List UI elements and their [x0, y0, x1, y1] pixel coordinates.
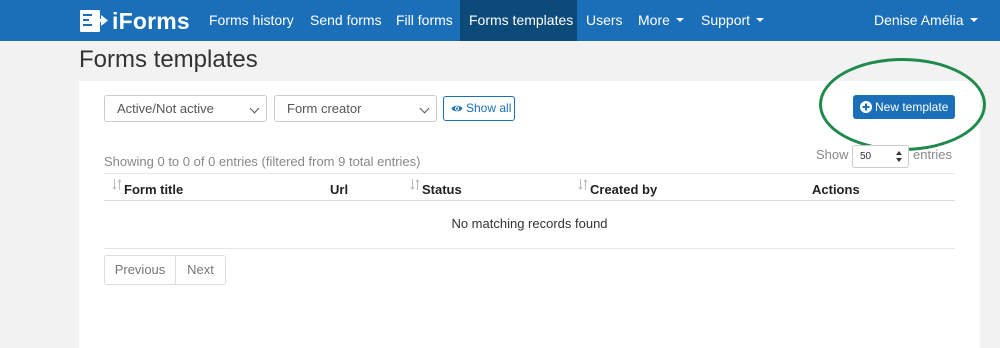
column-header-url: Url: [330, 182, 349, 197]
previous-page-button[interactable]: Previous: [105, 256, 176, 284]
forms-logo-icon: [80, 10, 108, 32]
nav-support-label: Support: [701, 12, 751, 28]
sort-icon[interactable]: [578, 178, 588, 191]
empty-table-message: No matching records found: [451, 216, 608, 231]
user-menu-dropdown[interactable]: Denise Amélia: [874, 0, 978, 41]
nav-forms-history[interactable]: Forms history: [209, 0, 294, 41]
column-header-actions: Actions: [812, 182, 860, 197]
table-info: Showing 0 to 0 of 0 entries (filtered fr…: [104, 154, 421, 169]
brand-logo[interactable]: iForms: [79, 8, 190, 34]
creator-filter-value: Form creator: [287, 101, 362, 116]
brand-name: iForms: [112, 8, 190, 34]
caret-down-icon: [675, 18, 684, 23]
user-name: Denise Amélia: [874, 12, 964, 28]
table-bottom-border: [104, 248, 955, 249]
length-entries-label: entries: [913, 147, 953, 162]
plus-circle-icon: [860, 101, 872, 113]
status-filter-select[interactable]: Active/Not active: [104, 95, 267, 122]
status-filter-value: Active/Not active: [117, 101, 214, 116]
caret-down-icon: [969, 18, 978, 23]
table-header-border: [104, 200, 955, 201]
caret-down-icon: [756, 18, 765, 23]
column-header-form-title[interactable]: Form title: [124, 182, 183, 197]
nav-more-label: More: [638, 12, 670, 28]
updown-arrows-icon: [896, 151, 902, 162]
nav-support-dropdown[interactable]: Support: [701, 0, 765, 41]
page-length-select[interactable]: 50: [852, 145, 909, 168]
show-all-label: Show all: [466, 101, 512, 115]
top-navbar: iForms Forms history Send forms Fill for…: [0, 0, 1000, 41]
show-all-button[interactable]: Show all: [443, 96, 515, 121]
pagination: Previous Next: [104, 255, 226, 285]
eye-icon: [451, 105, 463, 112]
column-header-created-by[interactable]: Created by: [590, 182, 657, 197]
new-template-label: New template: [875, 100, 949, 114]
nav-forms-templates[interactable]: Forms templates: [460, 0, 577, 41]
nav-fill-forms[interactable]: Fill forms: [396, 0, 453, 41]
nav-users[interactable]: Users: [586, 0, 623, 41]
nav-send-forms[interactable]: Send forms: [310, 0, 382, 41]
sort-icon[interactable]: [410, 178, 420, 191]
table-top-border: [104, 173, 955, 174]
next-page-button[interactable]: Next: [176, 256, 225, 284]
page-title: Forms templates: [79, 46, 258, 73]
length-show-label: Show: [816, 147, 849, 162]
sort-icon[interactable]: [112, 178, 122, 191]
nav-more-dropdown[interactable]: More: [638, 0, 684, 41]
page-length-value: 50: [860, 151, 872, 162]
chevron-down-icon: [249, 103, 260, 114]
new-template-button[interactable]: New template: [853, 95, 955, 119]
chevron-down-icon: [419, 103, 430, 114]
column-header-status[interactable]: Status: [422, 182, 462, 197]
creator-filter-select[interactable]: Form creator: [274, 95, 437, 122]
